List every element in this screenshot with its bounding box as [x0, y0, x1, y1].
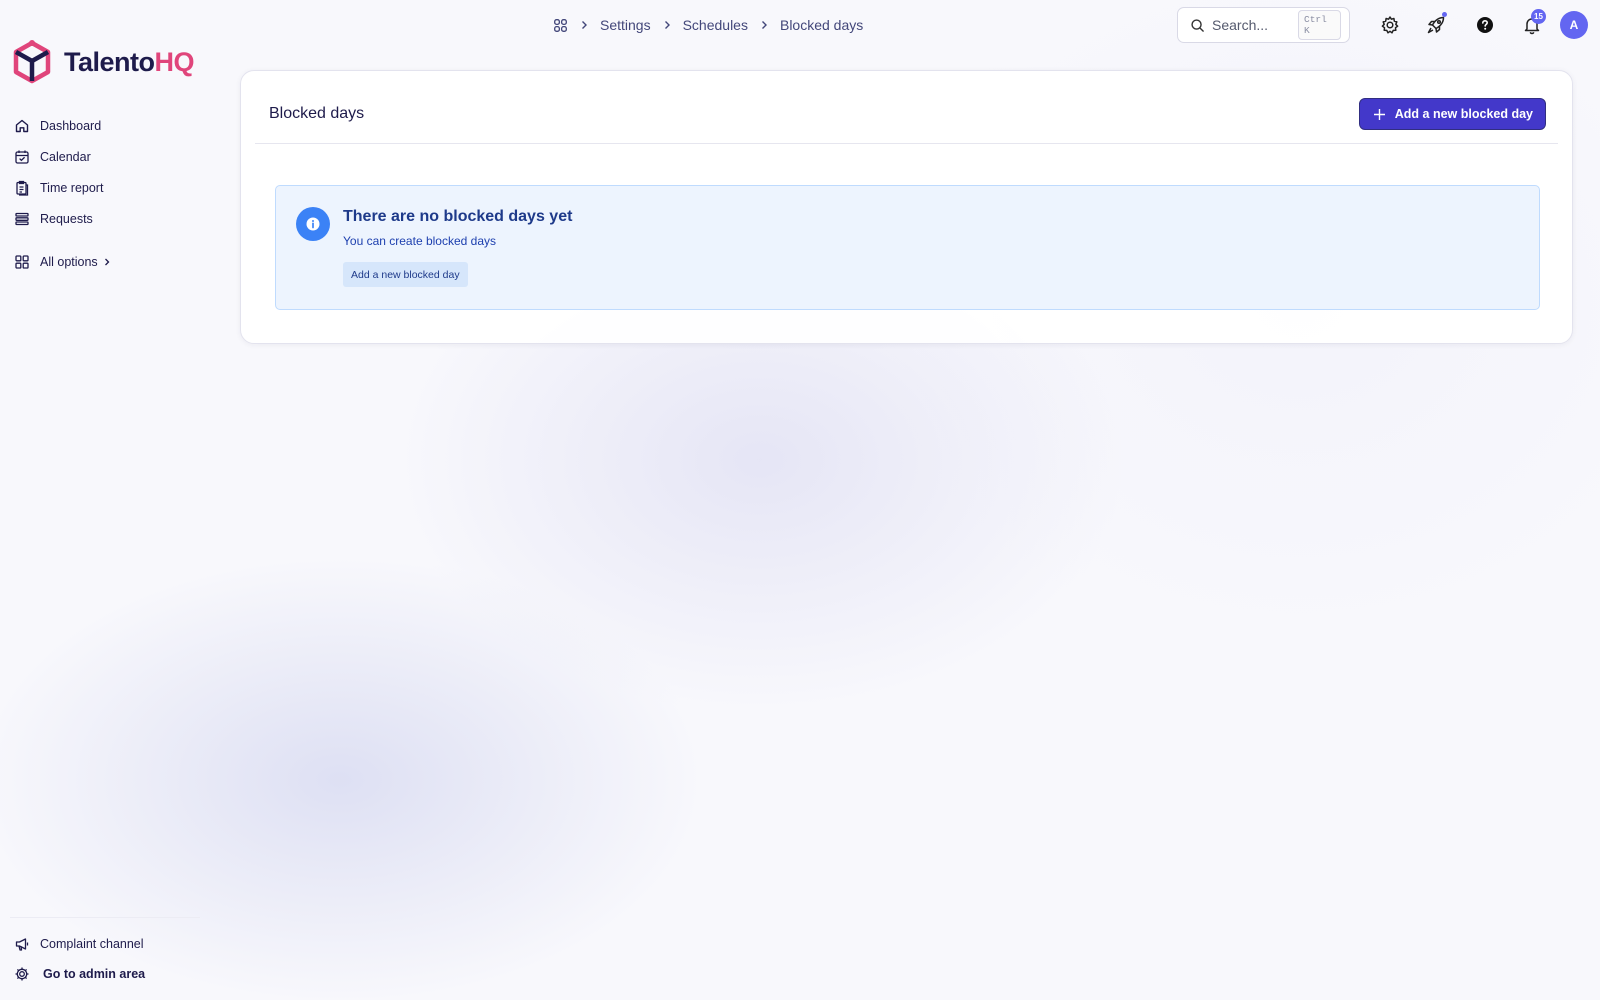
empty-state-subtitle: You can create blocked days	[343, 234, 496, 248]
sidebar-item-complaint-channel[interactable]: Complaint channel	[14, 929, 204, 959]
apps-icon[interactable]	[553, 18, 568, 33]
gear-icon	[1381, 16, 1399, 34]
search-input[interactable]	[1212, 17, 1298, 33]
search-shortcut: Ctrl K	[1298, 10, 1341, 40]
sidebar-item-admin-area[interactable]: Go to admin area	[14, 959, 204, 989]
empty-state-add-button[interactable]: Add a new blocked day	[343, 262, 468, 287]
sidebar-item-requests[interactable]: Requests	[14, 203, 204, 234]
sidebar: TalentoHQ Dashboard Calendar Time report…	[0, 0, 210, 1000]
sidebar-item-calendar[interactable]: Calendar	[14, 141, 204, 172]
list-icon	[15, 212, 29, 225]
calendar-icon	[15, 150, 29, 164]
chevron-right-icon	[582, 21, 587, 29]
sidebar-item-label: Dashboard	[40, 118, 102, 133]
chevron-right-icon	[104, 258, 110, 265]
info-icon	[296, 207, 330, 241]
cube-logo-icon	[13, 40, 51, 84]
sidebar-item-label: Complaint channel	[40, 937, 144, 951]
sidebar-divider	[10, 917, 200, 918]
sidebar-item-all-options[interactable]: All options	[14, 246, 204, 277]
breadcrumb-schedules[interactable]: Schedules	[683, 17, 748, 33]
help-icon	[1477, 17, 1493, 33]
sidebar-item-label: Requests	[40, 211, 93, 226]
blocked-days-card: Blocked days Add a new blocked day There…	[240, 70, 1573, 344]
page-title: Blocked days	[269, 105, 365, 122]
sidebar-item-label: Go to admin area	[43, 967, 146, 981]
add-blocked-day-label: Add a new blocked day	[1394, 107, 1533, 121]
sidebar-item-dashboard[interactable]: Dashboard	[14, 110, 204, 141]
sidebar-item-label: Time report	[40, 180, 104, 195]
breadcrumb-blocked-days[interactable]: Blocked days	[780, 17, 863, 33]
chevron-right-icon	[761, 21, 767, 29]
search-box[interactable]: Ctrl K	[1177, 7, 1350, 43]
breadcrumb: Settings Schedules Blocked days	[553, 14, 863, 36]
sidebar-item-label: Calendar	[40, 149, 91, 164]
help-button[interactable]	[1472, 12, 1498, 38]
sidebar-item-label: All options	[40, 254, 98, 269]
settings-button[interactable]	[1377, 12, 1403, 38]
gear-icon	[15, 967, 29, 981]
empty-state-alert: There are no blocked days yet You can cr…	[275, 185, 1540, 310]
empty-state-title: There are no blocked days yet	[343, 208, 573, 225]
avatar[interactable]: A	[1560, 11, 1588, 39]
clipboard-icon	[16, 180, 29, 196]
home-icon	[15, 119, 29, 132]
sidebar-item-time-report[interactable]: Time report	[14, 172, 204, 203]
sidebar-bottom-nav: Complaint channel Go to admin area	[14, 929, 204, 989]
plus-icon	[1373, 108, 1385, 120]
brand-name: TalentoHQ	[64, 46, 194, 77]
card-divider	[255, 143, 1558, 144]
new-indicator-dot	[1442, 12, 1447, 17]
grid-icon	[15, 254, 29, 269]
rocket-icon	[1427, 16, 1445, 34]
chevron-right-icon	[664, 21, 670, 29]
add-blocked-day-button[interactable]: Add a new blocked day	[1358, 98, 1546, 130]
megaphone-icon	[15, 938, 29, 951]
search-icon	[1191, 18, 1204, 32]
sidebar-nav: Dashboard Calendar Time report Requests …	[14, 110, 204, 277]
logo[interactable]: TalentoHQ	[12, 40, 194, 84]
breadcrumb-settings[interactable]: Settings	[600, 17, 651, 33]
notification-count-badge: 15	[1531, 9, 1546, 24]
